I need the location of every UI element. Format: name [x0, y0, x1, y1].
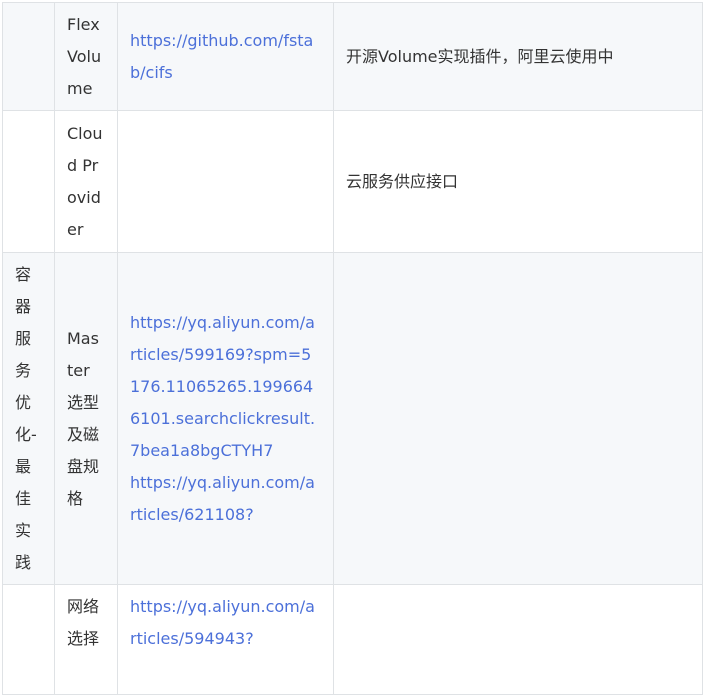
link-cell: https://yq.aliyun.com/articles/599169?sp…: [117, 252, 334, 585]
name-cell: Master 选型及磁盘规格: [54, 252, 118, 585]
name-cell: 网络选择: [54, 584, 118, 695]
table-row: 网络选择 https://yq.aliyun.com/articles/5949…: [2, 584, 703, 695]
note-cell: 开源Volume实现插件，阿里云使用中: [333, 2, 703, 111]
note-cell: [333, 584, 703, 695]
category-cell: 容器服务优化-最佳实践: [2, 252, 55, 585]
link-flexvolume-cifs[interactable]: https://github.com/fstab/cifs: [130, 25, 321, 89]
note-cell: 云服务供应接口: [333, 110, 703, 253]
link-master-selection-1[interactable]: https://yq.aliyun.com/articles/599169?sp…: [130, 307, 321, 467]
table-row: Flex Volume https://github.com/fstab/cif…: [2, 2, 703, 111]
name-cell: Flex Volume: [54, 2, 118, 111]
table-row: 容器服务优化-最佳实践 Master 选型及磁盘规格 https://yq.al…: [2, 252, 703, 585]
note-cell: [333, 252, 703, 585]
link-cell: [117, 110, 334, 253]
content-table: Flex Volume https://github.com/fstab/cif…: [2, 2, 703, 695]
table-row: Cloud Provider 云服务供应接口: [2, 110, 703, 253]
category-cell: [2, 2, 55, 111]
category-cell: [2, 584, 55, 695]
category-cell: [2, 110, 55, 253]
link-master-selection-2[interactable]: https://yq.aliyun.com/articles/621108?: [130, 467, 321, 531]
name-cell: Cloud Provider: [54, 110, 118, 253]
link-cell: https://github.com/fstab/cifs: [117, 2, 334, 111]
link-network-selection[interactable]: https://yq.aliyun.com/articles/594943?: [130, 591, 321, 655]
link-cell: https://yq.aliyun.com/articles/594943?: [117, 584, 334, 695]
